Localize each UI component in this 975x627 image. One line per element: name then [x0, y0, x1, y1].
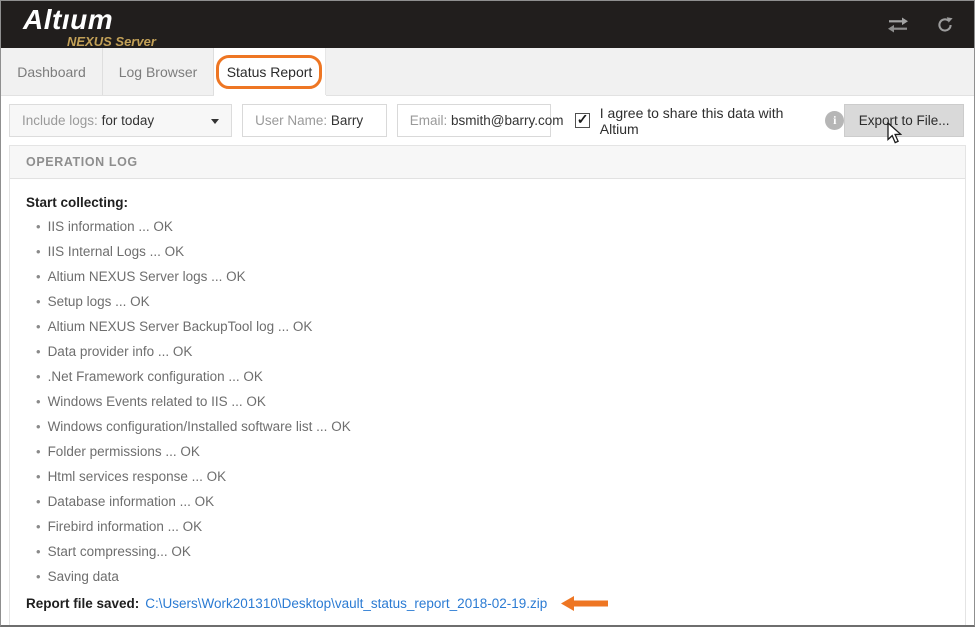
tab-status-report-label: Status Report	[226, 63, 313, 80]
log-item: • .Net Framework configuration ... OK	[36, 369, 263, 384]
refresh-icon[interactable]	[936, 16, 954, 34]
top-header-bar: Altıum NEXUS Server	[1, 1, 974, 48]
report-toolbar: Include logs: for today User Name: Barry…	[1, 96, 974, 145]
log-item: • Start compressing... OK	[36, 544, 191, 559]
tab-log-browser[interactable]: Log Browser	[103, 48, 214, 95]
agree-label: I agree to share this data with Altium	[599, 104, 784, 137]
log-item: • Database information ... OK	[36, 494, 215, 509]
log-item: • Folder permissions ... OK	[36, 444, 200, 459]
report-file-link[interactable]: C:\Users\Work201310\Desktop\vault_status…	[145, 596, 547, 611]
operation-log-header: OPERATION LOG	[10, 146, 965, 179]
swap-arrows-icon[interactable]	[886, 17, 910, 33]
tab-status-report[interactable]: Status Report	[214, 48, 326, 95]
log-item: • Windows Events related to IIS ... OK	[36, 394, 266, 409]
log-item: • Data provider info ... OK	[36, 344, 193, 359]
tab-bar: Dashboard Log Browser Status Report	[1, 48, 974, 96]
email-value: bsmith@barry.com	[451, 113, 564, 128]
log-item: • Setup logs ... OK	[36, 294, 150, 309]
bullet-icon: •	[36, 319, 41, 334]
bullet-icon: •	[36, 244, 41, 259]
log-item: • Altium NEXUS Server BackupTool log ... …	[36, 319, 313, 334]
bullet-icon: •	[36, 544, 41, 559]
bullet-icon: •	[36, 369, 41, 384]
chevron-down-icon	[211, 119, 220, 124]
log-item: • Altium NEXUS Server logs ... OK	[36, 269, 246, 284]
bullet-icon: •	[36, 469, 41, 484]
bullet-icon: •	[36, 394, 41, 409]
agree-checkbox-group: I agree to share this data with Altium i	[574, 104, 845, 137]
user-name-value: Barry	[330, 113, 364, 128]
bullet-icon: •	[36, 519, 41, 534]
include-logs-dropdown[interactable]: Include logs: for today	[9, 104, 233, 137]
user-name-input[interactable]: User Name: Barry	[242, 104, 387, 137]
bullet-icon: •	[36, 444, 41, 459]
export-to-file-button[interactable]: Export to File...	[844, 104, 964, 137]
operation-log-list: • IIS information ... OK • IIS Internal Log…	[26, 214, 949, 589]
log-item: • Windows configuration/Installed softwar…	[36, 419, 351, 434]
orange-arrow-annotation	[561, 596, 609, 611]
report-saved-label: Report file saved:	[26, 596, 140, 611]
bullet-icon: •	[36, 294, 41, 309]
log-item: • IIS information ... OK	[36, 219, 173, 234]
altium-logo: Altıum NEXUS Server	[23, 4, 156, 49]
email-label: Email:	[409, 113, 452, 128]
operation-log-title: OPERATION LOG	[26, 155, 138, 169]
bullet-icon: •	[36, 344, 41, 359]
report-saved-line: Report file saved: C:\Users\Work201310\D…	[26, 596, 949, 611]
include-logs-value: for today	[101, 113, 155, 128]
user-name-label: User Name:	[255, 113, 331, 128]
bullet-icon: •	[36, 269, 41, 284]
email-input[interactable]: Email: bsmith@barry.com	[396, 104, 564, 137]
log-item: • Saving data	[36, 569, 119, 584]
info-icon[interactable]: i	[825, 111, 845, 130]
log-item: • IIS Internal Logs ... OK	[36, 244, 185, 259]
header-icon-group	[886, 1, 954, 48]
log-item: • Firebird information ... OK	[36, 519, 203, 534]
include-logs-label: Include logs:	[22, 113, 102, 128]
bullet-icon: •	[36, 419, 41, 434]
operation-log-panel: OPERATION LOG Start collecting: • IIS inf…	[9, 145, 966, 625]
log-item: • Html services response ... OK	[36, 469, 227, 484]
bullet-icon: •	[36, 219, 41, 234]
logo-subtitle: NEXUS Server	[67, 34, 156, 49]
log-intro: Start collecting:	[26, 195, 129, 210]
tab-dashboard-label: Dashboard	[17, 63, 86, 80]
operation-log-body: Start collecting: • IIS information ... O…	[10, 179, 965, 625]
tab-log-browser-label: Log Browser	[118, 63, 198, 80]
app-window: Altıum NEXUS Server Dashboard Log Browse…	[0, 0, 975, 627]
bullet-icon: •	[36, 569, 41, 584]
tab-dashboard[interactable]: Dashboard	[1, 48, 103, 95]
logo-title: Altıum	[23, 4, 114, 35]
bullet-icon: •	[36, 494, 41, 509]
agree-checkbox[interactable]	[574, 111, 590, 128]
